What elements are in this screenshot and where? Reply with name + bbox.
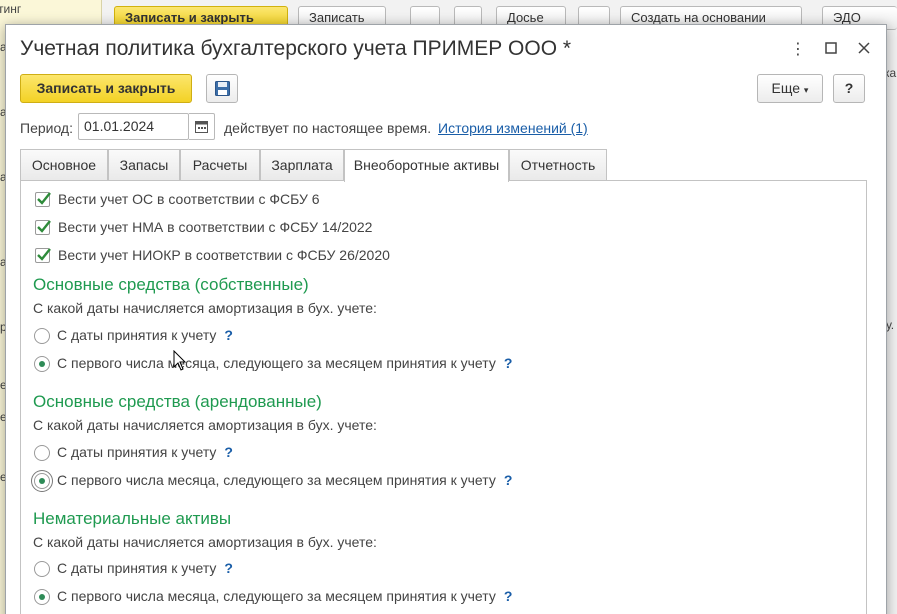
- help-question-icon[interactable]: ?: [504, 588, 513, 604]
- tab-salary[interactable]: Зарплата: [260, 149, 344, 181]
- help-button[interactable]: ?: [833, 74, 865, 103]
- tab-inventory[interactable]: Запасы: [108, 149, 180, 181]
- checkbox-fsbu6[interactable]: [35, 192, 51, 207]
- radio-intangible-from-next-month[interactable]: [34, 589, 50, 605]
- section-title-leased-fixed-assets: Основные средства (арендованные): [33, 392, 322, 411]
- dialog-title: Учетная политика бухгалтерского учета ПР…: [20, 37, 572, 60]
- background-fragment: у.: [886, 318, 895, 332]
- period-date-field[interactable]: 01.01.2024: [78, 113, 189, 140]
- depreciation-question: С какой даты начисляется амортизация в б…: [33, 417, 377, 433]
- noncurrent-assets-panel: Вести учет ОС в соответствии с ФСБУ 6 Ве…: [20, 180, 867, 614]
- radio-option-label: С первого числа месяца, следующего за ме…: [57, 472, 513, 488]
- help-question-icon[interactable]: ?: [224, 327, 233, 343]
- help-question-icon[interactable]: ?: [224, 560, 233, 576]
- checkbox-fsbu6-label: Вести учет ОС в соответствии с ФСБУ 6: [58, 191, 320, 207]
- tab-noncurrent-assets[interactable]: Внеоборотные активы: [344, 149, 509, 182]
- checkbox-fsbu26-label: Вести учет НИОКР в соответствии с ФСБУ 2…: [58, 247, 390, 263]
- accounting-policy-dialog: Учетная политика бухгалтерского учета ПР…: [5, 24, 887, 614]
- radio-option-label: С даты принятия к учету?: [57, 327, 233, 343]
- checkbox-fsbu26[interactable]: [35, 248, 51, 263]
- tab-basic[interactable]: Основное: [20, 149, 108, 181]
- radio-option-label: С первого числа месяца, следующего за ме…: [57, 355, 513, 371]
- save-and-close-button[interactable]: Записать и закрыть: [20, 74, 192, 103]
- period-label: Период:: [20, 120, 73, 136]
- radio-leased-from-acceptance-date[interactable]: [34, 445, 50, 461]
- checkbox-fsbu14-label: Вести учет НМА в соответствии с ФСБУ 14/…: [58, 219, 373, 235]
- tab-settlements[interactable]: Расчеты: [180, 149, 260, 181]
- help-question-icon[interactable]: ?: [504, 355, 513, 371]
- period-note: действует по настоящее время.: [224, 120, 432, 136]
- history-link[interactable]: История изменений (1): [438, 120, 588, 136]
- depreciation-question: С какой даты начисляется амортизация в б…: [33, 300, 377, 316]
- background-fragment: тинг: [0, 2, 22, 16]
- section-title-intangible-assets: Нематериальные активы: [33, 509, 232, 528]
- radio-intangible-from-acceptance-date[interactable]: [34, 561, 50, 577]
- more-button[interactable]: Еще ▾: [757, 74, 823, 103]
- radio-own-from-acceptance-date[interactable]: [34, 328, 50, 344]
- calendar-icon[interactable]: [189, 113, 215, 140]
- checkbox-fsbu14[interactable]: [35, 220, 51, 235]
- more-label: Еще: [771, 80, 801, 96]
- maximize-icon[interactable]: [820, 39, 842, 61]
- section-title-own-fixed-assets: Основные средства (собственные): [33, 275, 309, 294]
- radio-leased-from-next-month[interactable]: [34, 473, 50, 489]
- chevron-down-icon: ▾: [803, 85, 809, 95]
- radio-option-label: С первого числа месяца, следующего за ме…: [57, 588, 513, 604]
- close-icon[interactable]: [853, 39, 875, 61]
- help-question-icon[interactable]: ?: [224, 444, 233, 460]
- radio-option-label: С даты принятия к учету?: [57, 444, 233, 460]
- radio-option-label: С даты принятия к учету?: [57, 560, 233, 576]
- depreciation-question: С какой даты начисляется амортизация в б…: [33, 534, 377, 550]
- more-actions-icon[interactable]: ⋮: [787, 39, 809, 61]
- radio-own-from-next-month[interactable]: [34, 356, 50, 372]
- mouse-cursor-icon: [173, 350, 187, 371]
- help-question-icon[interactable]: ?: [504, 472, 513, 488]
- save-icon[interactable]: [206, 74, 238, 103]
- tab-reporting[interactable]: Отчетность: [509, 149, 607, 181]
